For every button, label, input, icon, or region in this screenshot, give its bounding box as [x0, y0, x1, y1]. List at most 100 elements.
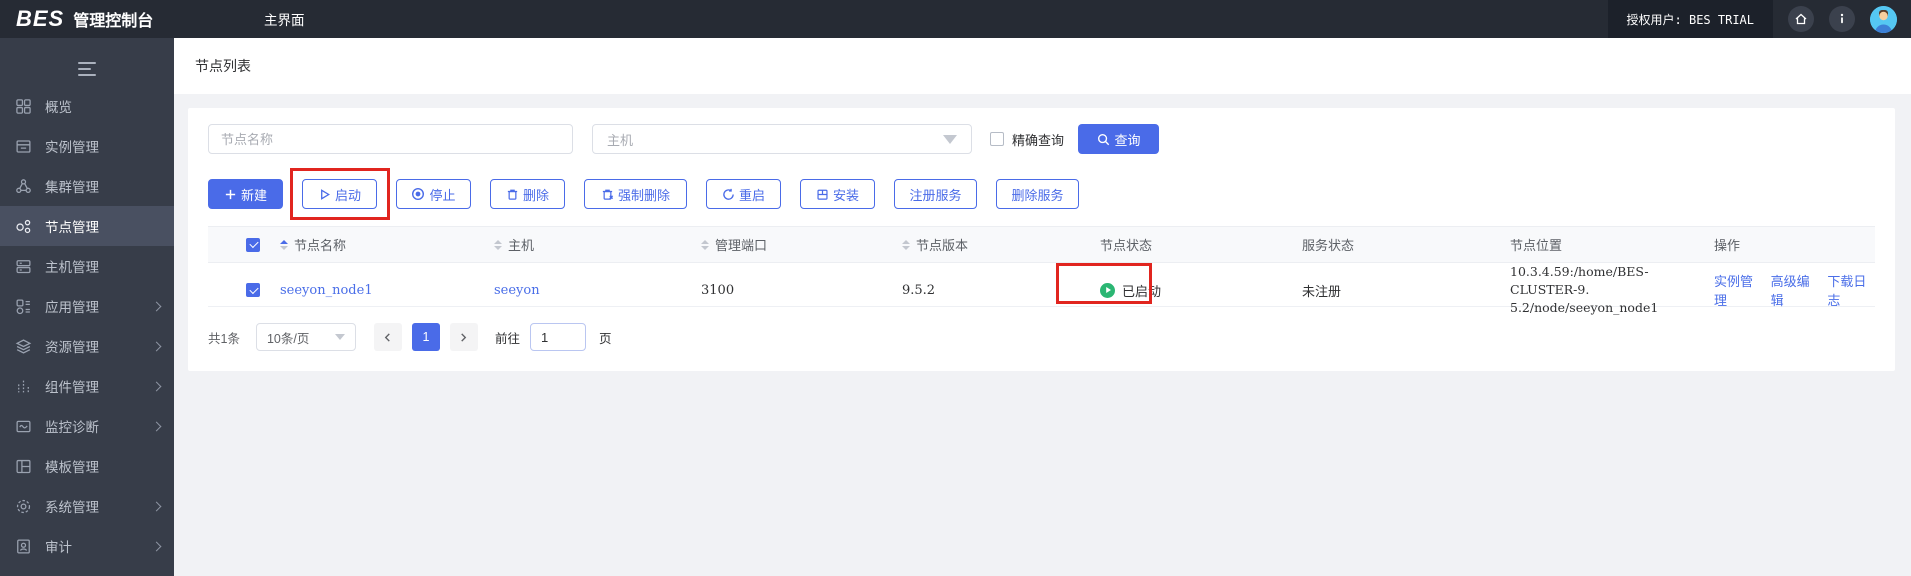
chevron-left-icon	[385, 332, 391, 342]
sidebar-item-nodes[interactable]: 节点管理	[0, 206, 174, 246]
info-icon[interactable]	[1829, 6, 1855, 32]
sidebar-item-overview[interactable]: 概览	[0, 86, 174, 126]
start-button[interactable]: 启动	[302, 179, 377, 209]
sidebar-item-components[interactable]: 组件管理	[0, 366, 174, 406]
install-button[interactable]: 安装	[800, 179, 875, 209]
goto-page-label: 前往	[494, 331, 520, 346]
sidebar-item-templates[interactable]: 模板管理	[0, 446, 174, 486]
host-select-placeholder: 主机	[607, 132, 634, 148]
install-icon	[817, 189, 828, 200]
action-instance-manage-link[interactable]: 实例管理	[1714, 271, 1762, 309]
select-dropdown-icon	[334, 334, 345, 340]
sidebar-item-resources[interactable]: 资源管理	[0, 326, 174, 366]
sidebar-item-label: 审计	[45, 540, 72, 555]
current-page-button[interactable]: 1	[411, 323, 440, 351]
restart-button[interactable]: 重启	[706, 179, 781, 209]
row-checkbox[interactable]	[246, 283, 260, 298]
cluster-icon	[15, 178, 32, 195]
sidebar-item-label: 集群管理	[45, 180, 99, 195]
prev-page-button[interactable]	[373, 323, 402, 351]
main-area: 节点列表 主机 精确查询 查询	[174, 38, 1911, 576]
sidebar-item-audit[interactable]: 审计	[0, 526, 174, 566]
sort-icon[interactable]	[701, 239, 709, 250]
resource-layers-icon	[15, 338, 32, 355]
page-size-select[interactable]: 10条/页	[255, 323, 356, 351]
query-button[interactable]: 查询	[1078, 124, 1160, 154]
delete-button[interactable]: 删除	[490, 179, 565, 209]
chevron-right-icon	[151, 381, 162, 391]
sidebar-item-applications[interactable]: 应用管理	[0, 286, 174, 326]
chevron-right-icon	[151, 421, 162, 431]
select-all-checkbox[interactable]	[246, 237, 260, 252]
row-node-location-cell: 10.3.4.59:/home/BES-CLUSTER-9. 5.2/node/…	[1500, 263, 1704, 317]
sidebar-item-label: 概览	[45, 100, 72, 115]
collapse-menu-icon[interactable]	[78, 62, 96, 76]
sort-icon[interactable]	[280, 239, 288, 250]
page-title-bar: 节点列表	[174, 38, 1911, 94]
node-icon	[15, 218, 32, 235]
sidebar-item-label: 资源管理	[45, 340, 99, 355]
node-name-link[interactable]: seeyon_node1	[280, 283, 373, 298]
action-download-log-link[interactable]: 下载日志	[1827, 271, 1875, 309]
play-icon	[321, 188, 330, 200]
row-checkbox-cell	[208, 283, 270, 298]
row-node-status-cell: 已启动	[1090, 281, 1292, 300]
node-location-text: 10.3.4.59:/home/BES-CLUSTER-9. 5.2/node/…	[1510, 264, 1659, 316]
app-icon	[15, 298, 32, 315]
sidebar-item-instances[interactable]: 实例管理	[0, 126, 174, 166]
sidebar-item-label: 模板管理	[45, 460, 99, 475]
sidebar-item-label: 组件管理	[45, 380, 99, 395]
sidebar-item-label: 实例管理	[45, 140, 99, 155]
tab-main-view[interactable]: 主界面	[264, 0, 305, 38]
col-actions: 操作	[1714, 238, 1741, 253]
col-node-location: 节点位置	[1510, 238, 1563, 253]
header-checkbox-cell	[208, 237, 270, 252]
goto-page-input[interactable]	[529, 323, 586, 351]
home-icon[interactable]	[1788, 6, 1814, 32]
status-running-icon	[1100, 282, 1115, 298]
node-list-card: 主机 精确查询 查询 新建	[188, 108, 1895, 371]
col-node-version: 节点版本	[892, 235, 1090, 254]
sidebar-item-hosts[interactable]: 主机管理	[0, 246, 174, 286]
sidebar-nav: 概览 实例管理 集群管理 节点管理 主机管理 应用管理 资源管理 组件管理 监控…	[0, 38, 174, 576]
sidebar-item-system[interactable]: 系统管理	[0, 486, 174, 526]
col-admin-port: 管理端口	[691, 235, 892, 254]
total-count-label: 共1条	[208, 331, 240, 346]
sidebar-item-monitoring[interactable]: 监控诊断	[0, 406, 174, 446]
audit-icon	[15, 538, 32, 555]
search-icon	[1097, 133, 1109, 145]
restart-icon	[723, 188, 734, 200]
create-button[interactable]: 新建	[208, 179, 283, 209]
exact-query-checkbox-group[interactable]: 精确查询	[990, 130, 1064, 149]
next-page-button[interactable]	[449, 323, 478, 351]
page-title: 节点列表	[195, 58, 251, 74]
top-header: BES 管理控制台 主界面 授权用户: BES TRIAL	[0, 0, 1911, 38]
col-node-status: 节点状态	[1100, 238, 1153, 253]
host-select[interactable]: 主机	[592, 124, 972, 154]
force-delete-button[interactable]: 强制删除	[584, 179, 687, 209]
filter-row: 主机 精确查询 查询	[208, 124, 1875, 154]
action-advanced-edit-link[interactable]: 高级编辑	[1771, 271, 1819, 309]
toolbar: 新建 启动 停止 删除 强制删除 重启 安装 注册服务 删除服务	[208, 179, 1875, 209]
exact-query-checkbox[interactable]	[990, 132, 1004, 146]
stop-button[interactable]: 停止	[396, 179, 471, 209]
trash-x-icon	[602, 189, 614, 200]
node-table: 节点名称 主机 管理端口 节点版本 节点状态 服务状态 节点位置 操作 seey…	[208, 226, 1875, 315]
register-service-button[interactable]: 注册服务	[894, 179, 977, 209]
sidebar-item-clusters[interactable]: 集群管理	[0, 166, 174, 206]
content-area: 主机 精确查询 查询 新建	[174, 94, 1911, 576]
pagination: 共1条 10条/页 1 前往 页	[208, 323, 1875, 351]
chevron-right-icon	[151, 501, 162, 511]
license-user-label: 授权用户: BES TRIAL	[1607, 0, 1773, 38]
delete-service-button[interactable]: 删除服务	[996, 179, 1079, 209]
host-link[interactable]: seeyon	[494, 283, 540, 298]
component-icon	[15, 378, 32, 395]
sort-icon[interactable]	[902, 239, 910, 250]
chevron-right-icon	[151, 341, 162, 351]
row-node-version-cell: 9.5.2	[902, 282, 936, 298]
sort-icon[interactable]	[494, 239, 502, 250]
node-name-input[interactable]	[208, 124, 573, 154]
user-avatar[interactable]	[1870, 5, 1897, 33]
app-logo: BES 管理控制台	[0, 6, 153, 32]
row-host-cell: seeyon	[484, 283, 691, 298]
